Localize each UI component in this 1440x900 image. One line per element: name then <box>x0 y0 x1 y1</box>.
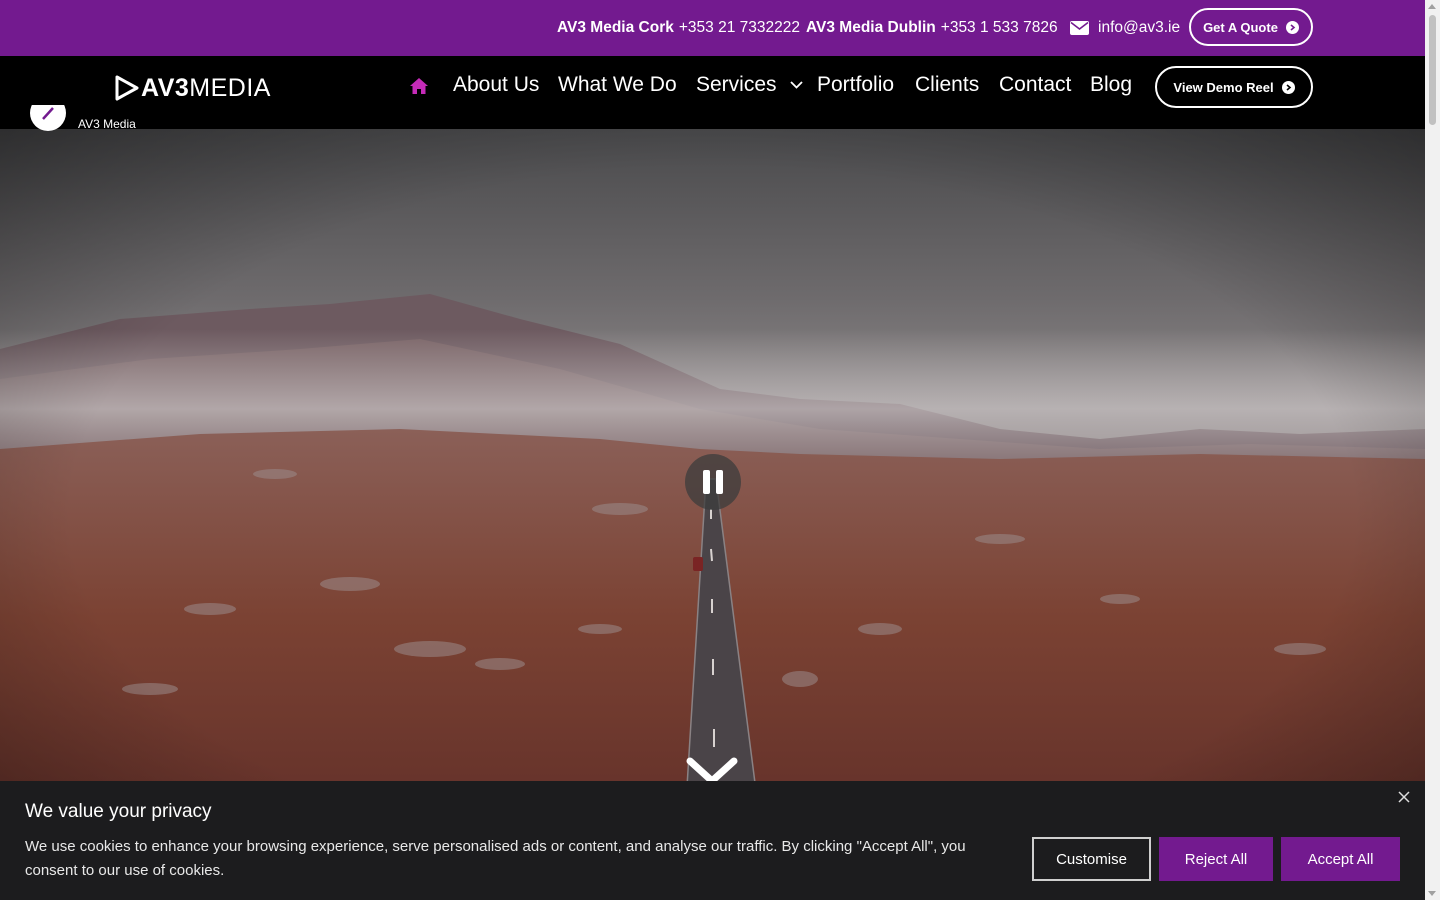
nav-blog[interactable]: Blog <box>1090 73 1132 97</box>
close-icon[interactable] <box>1398 791 1410 803</box>
pause-icon <box>703 470 710 494</box>
logo-text-bold: AV3 <box>141 73 190 102</box>
cookie-text: We use cookies to enhance your browsing … <box>25 838 966 879</box>
dublin-phone[interactable]: +353 1 533 7826 <box>941 19 1058 37</box>
cork-contact[interactable]: AV3 Media Cork +353 21 7332222 <box>557 0 800 56</box>
play-triangle-logo-icon <box>115 75 139 101</box>
view-demo-reel-label: View Demo Reel <box>1173 79 1274 95</box>
customise-button[interactable]: Customise <box>1032 837 1151 881</box>
cookie-consent-banner: We value your privacy We use cookies to … <box>0 781 1425 900</box>
dublin-contact[interactable]: AV3 Media Dublin +353 1 533 7826 <box>806 0 1058 56</box>
reject-all-button[interactable]: Reject All <box>1159 837 1273 881</box>
email-link[interactable]: info@av3.ie <box>1070 0 1180 56</box>
get-a-quote-button[interactable]: Get A Quote <box>1189 8 1313 46</box>
cookie-title: We value your privacy <box>25 801 212 822</box>
nav-services-label: Services <box>696 73 777 96</box>
envelope-icon <box>1070 21 1089 35</box>
scroll-down-arrow-icon[interactable] <box>1428 891 1436 896</box>
scrollbar-thumb[interactable] <box>1429 15 1436 125</box>
channel-logo-icon <box>42 107 54 120</box>
get-a-quote-label: Get A Quote <box>1203 19 1278 35</box>
email-address: info@av3.ie <box>1098 19 1181 36</box>
logo-text-light: MEDIA <box>189 73 271 102</box>
home-icon[interactable] <box>409 77 429 95</box>
channel-name[interactable]: AV3 Media <box>78 117 136 131</box>
accept-all-button[interactable]: Accept All <box>1281 837 1400 881</box>
main-navbar: AV3 MEDIA About Us What We Do Services P… <box>0 56 1425 129</box>
view-demo-reel-button[interactable]: View Demo Reel <box>1155 66 1313 108</box>
chevron-down-icon <box>790 81 804 90</box>
page-scrollbar[interactable] <box>1425 0 1440 900</box>
cork-phone[interactable]: +353 21 7332222 <box>679 19 800 37</box>
arrow-circle-icon <box>1285 20 1299 34</box>
nav-contact[interactable]: Contact <box>999 73 1071 97</box>
cork-label: AV3 Media Cork <box>557 19 674 36</box>
nav-clients[interactable]: Clients <box>915 73 979 97</box>
pause-button[interactable] <box>685 454 741 510</box>
nav-services[interactable]: Services <box>696 73 804 97</box>
channel-avatar[interactable] <box>30 105 66 131</box>
top-contact-bar: AV3 Media Cork +353 21 7332222 AV3 Media… <box>0 0 1425 56</box>
arrow-circle-icon <box>1281 80 1295 94</box>
dublin-label: AV3 Media Dublin <box>806 19 936 36</box>
nav-portfolio[interactable]: Portfolio <box>817 73 894 97</box>
av3-media-logo[interactable]: AV3 MEDIA <box>115 74 271 102</box>
nav-what-we-do[interactable]: What We Do <box>558 73 677 97</box>
scroll-up-arrow-icon[interactable] <box>1428 4 1436 9</box>
nav-about-us[interactable]: About Us <box>453 73 539 97</box>
